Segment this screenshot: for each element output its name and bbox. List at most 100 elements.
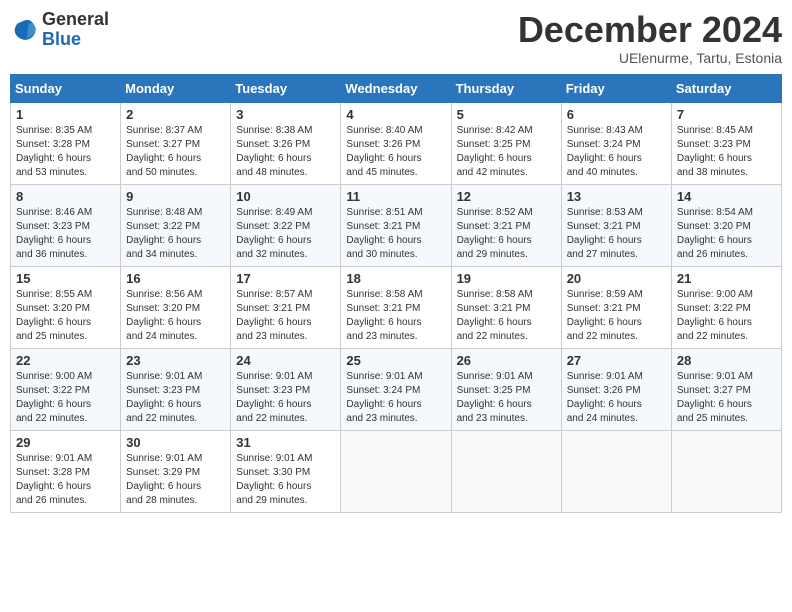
day-number: 9 xyxy=(126,189,225,204)
weekday-header: Saturday xyxy=(671,74,781,102)
calendar-day-cell: 2 Sunrise: 8:37 AM Sunset: 3:27 PM Daylig… xyxy=(121,102,231,184)
day-info: Sunrise: 8:55 AM Sunset: 3:20 PM Dayligh… xyxy=(16,288,115,344)
day-info: Sunrise: 8:42 AM Sunset: 3:25 PM Dayligh… xyxy=(457,124,556,180)
calendar-day-cell: 31 Sunrise: 9:01 AM Sunset: 3:30 PM Dayli… xyxy=(231,430,341,512)
day-number: 4 xyxy=(346,107,445,122)
day-info: Sunrise: 8:35 AM Sunset: 3:28 PM Dayligh… xyxy=(16,124,115,180)
day-number: 6 xyxy=(567,107,666,122)
day-number: 28 xyxy=(677,353,776,368)
day-info: Sunrise: 8:52 AM Sunset: 3:21 PM Dayligh… xyxy=(457,206,556,262)
day-number: 7 xyxy=(677,107,776,122)
day-number: 11 xyxy=(346,189,445,204)
weekday-header: Sunday xyxy=(11,74,121,102)
calendar-week-row: 29Sunrise: 9:01 AM Sunset: 3:28 PM Dayli… xyxy=(11,430,782,512)
day-number: 14 xyxy=(677,189,776,204)
month-title: December 2024 xyxy=(518,10,782,50)
day-info: Sunrise: 8:53 AM Sunset: 3:21 PM Dayligh… xyxy=(567,206,666,262)
calendar-day-cell: 27 Sunrise: 9:01 AM Sunset: 3:26 PM Dayli… xyxy=(561,348,671,430)
day-number: 31 xyxy=(236,435,335,450)
calendar-day-cell: 26 Sunrise: 9:01 AM Sunset: 3:25 PM Dayli… xyxy=(451,348,561,430)
day-number: 23 xyxy=(126,353,225,368)
day-info: Sunrise: 9:00 AM Sunset: 3:22 PM Dayligh… xyxy=(677,288,776,344)
day-number: 19 xyxy=(457,271,556,286)
calendar-day-cell: 9 Sunrise: 8:48 AM Sunset: 3:22 PM Daylig… xyxy=(121,184,231,266)
calendar-week-row: 15 Sunrise: 8:55 AM Sunset: 3:20 PM Dayli… xyxy=(11,266,782,348)
day-number: 17 xyxy=(236,271,335,286)
day-info: Sunrise: 8:58 AM Sunset: 3:21 PM Dayligh… xyxy=(346,288,445,344)
day-info: Sunrise: 8:38 AM Sunset: 3:26 PM Dayligh… xyxy=(236,124,335,180)
day-number: 20 xyxy=(567,271,666,286)
calendar-week-row: 1Sunrise: 8:35 AM Sunset: 3:28 PM Daylig… xyxy=(11,102,782,184)
calendar-day-cell: 12 Sunrise: 8:52 AM Sunset: 3:21 PM Dayli… xyxy=(451,184,561,266)
day-info: Sunrise: 8:59 AM Sunset: 3:21 PM Dayligh… xyxy=(567,288,666,344)
weekday-header-row: SundayMondayTuesdayWednesdayThursdayFrid… xyxy=(11,74,782,102)
calendar-day-cell: 17 Sunrise: 8:57 AM Sunset: 3:21 PM Dayli… xyxy=(231,266,341,348)
day-number: 3 xyxy=(236,107,335,122)
day-info: Sunrise: 9:01 AM Sunset: 3:26 PM Dayligh… xyxy=(567,370,666,426)
calendar-day-cell: 20 Sunrise: 8:59 AM Sunset: 3:21 PM Dayli… xyxy=(561,266,671,348)
day-number: 16 xyxy=(126,271,225,286)
day-info: Sunrise: 9:01 AM Sunset: 3:24 PM Dayligh… xyxy=(346,370,445,426)
calendar-day-cell: 29Sunrise: 9:01 AM Sunset: 3:28 PM Dayli… xyxy=(11,430,121,512)
calendar-day-cell xyxy=(561,430,671,512)
calendar-day-cell xyxy=(341,430,451,512)
logo-icon xyxy=(10,16,38,44)
day-number: 10 xyxy=(236,189,335,204)
calendar-day-cell: 14 Sunrise: 8:54 AM Sunset: 3:20 PM Dayli… xyxy=(671,184,781,266)
calendar-day-cell: 1Sunrise: 8:35 AM Sunset: 3:28 PM Daylig… xyxy=(11,102,121,184)
day-info: Sunrise: 8:37 AM Sunset: 3:27 PM Dayligh… xyxy=(126,124,225,180)
weekday-header: Tuesday xyxy=(231,74,341,102)
day-number: 18 xyxy=(346,271,445,286)
calendar-day-cell: 19Sunrise: 8:58 AM Sunset: 3:21 PM Dayli… xyxy=(451,266,561,348)
day-number: 27 xyxy=(567,353,666,368)
calendar-day-cell: 11Sunrise: 8:51 AM Sunset: 3:21 PM Dayli… xyxy=(341,184,451,266)
day-info: Sunrise: 9:01 AM Sunset: 3:27 PM Dayligh… xyxy=(677,370,776,426)
day-number: 26 xyxy=(457,353,556,368)
day-number: 5 xyxy=(457,107,556,122)
calendar-week-row: 8Sunrise: 8:46 AM Sunset: 3:23 PM Daylig… xyxy=(11,184,782,266)
day-number: 22 xyxy=(16,353,115,368)
logo: General Blue xyxy=(10,10,109,50)
day-info: Sunrise: 9:01 AM Sunset: 3:23 PM Dayligh… xyxy=(236,370,335,426)
calendar-day-cell: 21 Sunrise: 9:00 AM Sunset: 3:22 PM Dayli… xyxy=(671,266,781,348)
day-info: Sunrise: 8:45 AM Sunset: 3:23 PM Dayligh… xyxy=(677,124,776,180)
day-info: Sunrise: 8:57 AM Sunset: 3:21 PM Dayligh… xyxy=(236,288,335,344)
weekday-header: Friday xyxy=(561,74,671,102)
page-header: General Blue December 2024 UElenurme, Ta… xyxy=(10,10,782,66)
day-number: 30 xyxy=(126,435,225,450)
calendar-day-cell: 3 Sunrise: 8:38 AM Sunset: 3:26 PM Daylig… xyxy=(231,102,341,184)
calendar-day-cell: 15 Sunrise: 8:55 AM Sunset: 3:20 PM Dayli… xyxy=(11,266,121,348)
day-number: 12 xyxy=(457,189,556,204)
calendar-table: SundayMondayTuesdayWednesdayThursdayFrid… xyxy=(10,74,782,513)
day-number: 21 xyxy=(677,271,776,286)
day-number: 2 xyxy=(126,107,225,122)
calendar-day-cell: 6Sunrise: 8:43 AM Sunset: 3:24 PM Daylig… xyxy=(561,102,671,184)
day-number: 29 xyxy=(16,435,115,450)
weekday-header: Thursday xyxy=(451,74,561,102)
calendar-day-cell: 13 Sunrise: 8:53 AM Sunset: 3:21 PM Dayli… xyxy=(561,184,671,266)
day-number: 24 xyxy=(236,353,335,368)
calendar-day-cell: 16Sunrise: 8:56 AM Sunset: 3:20 PM Dayli… xyxy=(121,266,231,348)
calendar-day-cell: 25 Sunrise: 9:01 AM Sunset: 3:24 PM Dayli… xyxy=(341,348,451,430)
calendar-day-cell: 30 Sunrise: 9:01 AM Sunset: 3:29 PM Dayli… xyxy=(121,430,231,512)
calendar-day-cell: 22Sunrise: 9:00 AM Sunset: 3:22 PM Dayli… xyxy=(11,348,121,430)
calendar-day-cell xyxy=(451,430,561,512)
day-info: Sunrise: 8:54 AM Sunset: 3:20 PM Dayligh… xyxy=(677,206,776,262)
day-number: 25 xyxy=(346,353,445,368)
weekday-header: Monday xyxy=(121,74,231,102)
logo-text: General Blue xyxy=(42,10,109,50)
day-info: Sunrise: 8:46 AM Sunset: 3:23 PM Dayligh… xyxy=(16,206,115,262)
day-number: 13 xyxy=(567,189,666,204)
day-info: Sunrise: 8:49 AM Sunset: 3:22 PM Dayligh… xyxy=(236,206,335,262)
day-info: Sunrise: 8:40 AM Sunset: 3:26 PM Dayligh… xyxy=(346,124,445,180)
day-info: Sunrise: 9:01 AM Sunset: 3:29 PM Dayligh… xyxy=(126,452,225,508)
calendar-day-cell: 28 Sunrise: 9:01 AM Sunset: 3:27 PM Dayli… xyxy=(671,348,781,430)
calendar-day-cell: 7 Sunrise: 8:45 AM Sunset: 3:23 PM Daylig… xyxy=(671,102,781,184)
day-info: Sunrise: 9:01 AM Sunset: 3:30 PM Dayligh… xyxy=(236,452,335,508)
day-number: 15 xyxy=(16,271,115,286)
location-subtitle: UElenurme, Tartu, Estonia xyxy=(518,50,782,66)
day-info: Sunrise: 8:48 AM Sunset: 3:22 PM Dayligh… xyxy=(126,206,225,262)
calendar-day-cell: 8Sunrise: 8:46 AM Sunset: 3:23 PM Daylig… xyxy=(11,184,121,266)
day-info: Sunrise: 9:01 AM Sunset: 3:25 PM Dayligh… xyxy=(457,370,556,426)
calendar-day-cell: 5 Sunrise: 8:42 AM Sunset: 3:25 PM Daylig… xyxy=(451,102,561,184)
